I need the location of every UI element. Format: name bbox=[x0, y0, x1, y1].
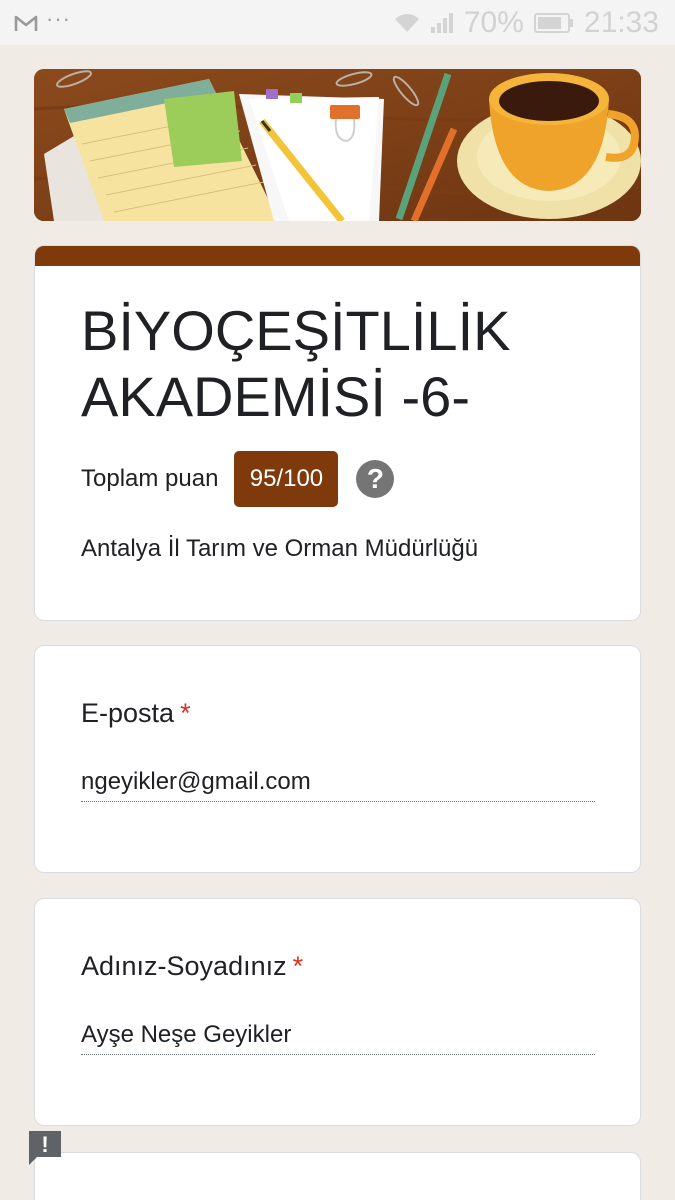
total-score-badge: 95/100 bbox=[234, 451, 339, 507]
name-answer: Ayşe Neşe Geyikler bbox=[81, 1021, 595, 1055]
total-score-label: Toplam puan bbox=[81, 465, 219, 492]
email-answer: ngeyikler@gmail.com bbox=[81, 768, 595, 802]
form-title-card: BİYOÇEŞİTLİLİK AKADEMİSİ -6- Toplam puan… bbox=[34, 245, 641, 621]
total-score-row: Toplam puan 95/100 ? bbox=[81, 451, 395, 507]
required-asterisk: * bbox=[180, 698, 191, 728]
help-icon[interactable]: ? bbox=[356, 460, 395, 498]
question-card-name: Adınız-Soyadınız * Ayşe Neşe Geyikler bbox=[34, 898, 641, 1126]
feedback-icon[interactable]: ! bbox=[26, 1128, 64, 1166]
gmail-icon bbox=[14, 15, 38, 31]
question-card-email: E-posta * ngeyikler@gmail.com bbox=[34, 645, 641, 873]
theme-accent-bar bbox=[35, 246, 640, 266]
clock: 21:33 bbox=[583, 5, 659, 39]
form-title: BİYOÇEŞİTLİLİK AKADEMİSİ -6- bbox=[81, 299, 511, 428]
form-header-image bbox=[34, 69, 641, 221]
question-title: E-posta bbox=[81, 698, 175, 728]
question-label-name: Adınız-Soyadınız * bbox=[81, 951, 303, 982]
battery-percent: 70% bbox=[463, 5, 524, 39]
form-description: Antalya İl Tarım ve Orman Müdürlüğü bbox=[81, 535, 479, 562]
signal-icon bbox=[430, 12, 453, 33]
status-bar: ··· 70% 21:33 bbox=[0, 0, 675, 45]
wifi-icon bbox=[394, 13, 419, 32]
required-asterisk: * bbox=[292, 951, 304, 981]
notification-area: ··· bbox=[14, 7, 71, 32]
question-card-next bbox=[34, 1152, 641, 1200]
question-title: Adınız-Soyadınız bbox=[81, 951, 287, 981]
question-label-email: E-posta * bbox=[81, 698, 191, 729]
more-dots-icon: ··· bbox=[46, 5, 71, 31]
battery-icon bbox=[533, 12, 573, 33]
feedback-symbol: ! bbox=[41, 1132, 48, 1157]
status-indicators: 70% 21:33 bbox=[394, 0, 659, 45]
